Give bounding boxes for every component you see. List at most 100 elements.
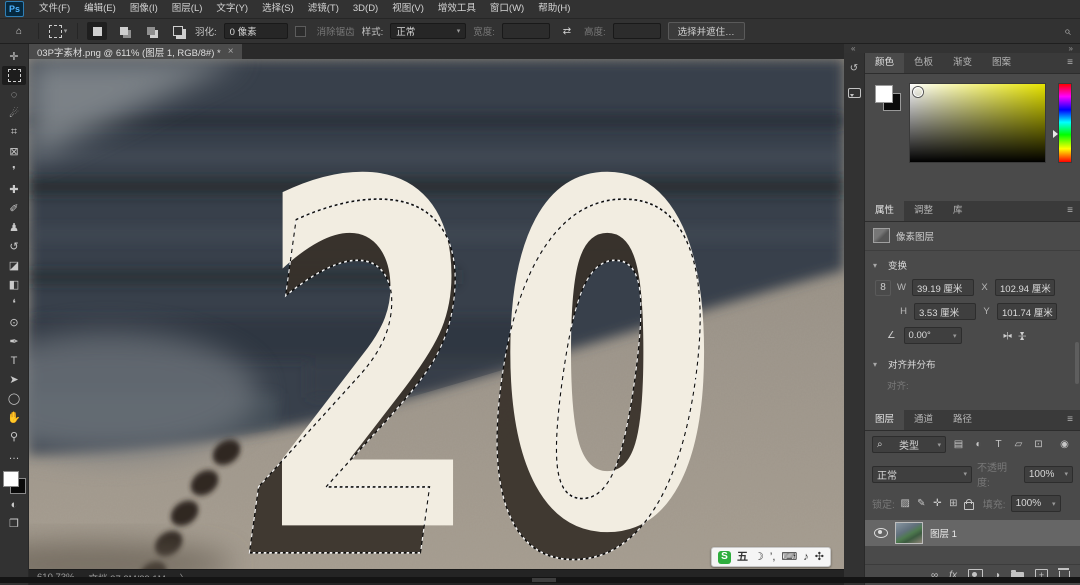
tab-swatches[interactable]: 色板 (904, 53, 943, 73)
document-tab[interactable]: 03P字素材.png @ 611% (图层 1, RGB/8#) * × (29, 44, 242, 59)
foreground-color-swatch[interactable] (3, 471, 19, 487)
collapse-dock-icon[interactable]: « (851, 44, 855, 53)
hue-slider-arrow[interactable] (1053, 130, 1062, 138)
home-icon[interactable]: ⌂ (9, 21, 29, 41)
menu-edit[interactable]: 编辑(E) (77, 0, 123, 18)
layer-name[interactable]: 图层 1 (930, 526, 957, 540)
blend-mode-dropdown[interactable]: 正常▾ (872, 466, 972, 483)
lock-transparency-icon[interactable]: ▨ (900, 498, 911, 509)
rotation-angle-field[interactable]: 0.00°▾ (904, 327, 962, 344)
lock-position-icon[interactable]: ✛ (932, 498, 943, 509)
flip-vertical-icon[interactable]: ▸|◂ (1018, 332, 1027, 339)
history-panel-icon[interactable]: ↺ (850, 63, 858, 74)
tab-paths[interactable]: 路径 (943, 410, 982, 430)
search-icon[interactable]: ⌕ (1064, 24, 1071, 39)
x-value-field[interactable]: 102.94 厘米 (995, 279, 1055, 296)
layer-thumbnail[interactable] (895, 522, 923, 544)
tab-adjustments[interactable]: 调整 (904, 201, 943, 221)
hue-slider[interactable] (1058, 83, 1072, 163)
layer-filter-dropdown[interactable]: ⌕ 类型▾ (872, 436, 946, 453)
rectangular-marquee-tool[interactable] (2, 66, 26, 85)
menu-filter[interactable]: 滤镜(T) (301, 0, 346, 18)
tab-properties[interactable]: 属性 (865, 201, 904, 221)
filter-toggle-pin-icon[interactable]: ◉ (1057, 439, 1072, 450)
screen-mode-button[interactable]: ❐ (2, 514, 26, 533)
expand-dock-icon[interactable]: » (1069, 44, 1073, 53)
layer-visibility-eye-icon[interactable] (874, 528, 888, 538)
ime-toolbox-icon[interactable]: ✣ (815, 552, 824, 563)
blur-tool[interactable]: ❛ (2, 294, 26, 313)
lasso-tool[interactable]: ◌ (2, 85, 26, 104)
filter-type-layers-icon[interactable]: T (991, 439, 1006, 450)
ellipse-tool[interactable]: ◯ (2, 389, 26, 408)
object-selection-tool[interactable]: ☄ (2, 104, 26, 123)
ime-moon-icon[interactable]: ☽ (754, 552, 764, 563)
filter-pixel-layers-icon[interactable]: ▤ (951, 439, 966, 450)
quick-mask-button[interactable]: ◐ (2, 495, 26, 514)
brush-tool[interactable]: ✐ (2, 199, 26, 218)
tab-libraries[interactable]: 库 (943, 201, 973, 221)
foreground-color[interactable] (875, 85, 893, 103)
new-selection-button[interactable] (87, 22, 107, 40)
path-selection-tool[interactable]: ➤ (2, 370, 26, 389)
panel-menu-icon[interactable]: ≡ (1060, 53, 1080, 73)
lock-artboard-icon[interactable]: ⊞ (948, 498, 959, 509)
tab-layers[interactable]: 图层 (865, 410, 904, 430)
chevron-down-icon[interactable]: ▾ (873, 261, 877, 270)
canvas[interactable]: 20 20 20 20 S 五 ☽ ’, ⌨ ♪ ✣ (29, 59, 844, 569)
panel-menu-icon[interactable]: ≡ (1060, 410, 1080, 430)
tab-gradients[interactable]: 渐变 (943, 53, 982, 73)
type-tool[interactable]: T (2, 351, 26, 370)
move-tool[interactable]: ✛ (2, 47, 26, 66)
pen-tool[interactable]: ✒ (2, 332, 26, 351)
crop-tool[interactable]: ⌗ (2, 123, 26, 142)
color-picker-ring[interactable] (913, 87, 923, 97)
lock-all-icon[interactable] (964, 502, 974, 510)
ime-logo[interactable]: S (718, 551, 731, 564)
ime-punctuation-icon[interactable]: ’, (770, 552, 776, 563)
menu-select[interactable]: 选择(S) (255, 0, 301, 18)
menu-image[interactable]: 图像(I) (123, 0, 165, 18)
menu-help[interactable]: 帮助(H) (531, 0, 577, 18)
menu-3d[interactable]: 3D(D) (346, 0, 385, 18)
width-value-field[interactable]: 39.19 厘米 (912, 279, 974, 296)
chevron-down-icon[interactable]: ▾ (873, 360, 877, 369)
gradient-tool[interactable]: ◧ (2, 275, 26, 294)
height-value-field[interactable]: 3.53 厘米 (914, 303, 976, 320)
color-swatches[interactable] (2, 469, 26, 495)
filter-shape-layers-icon[interactable]: ▱ (1011, 439, 1026, 450)
subtract-selection-button[interactable] (141, 22, 161, 40)
opacity-dropdown[interactable]: 100%▾ (1024, 466, 1073, 483)
frame-tool[interactable]: ⊠ (2, 142, 26, 161)
feather-input[interactable]: 0 像素 (224, 23, 288, 39)
ime-mode[interactable]: 五 (737, 552, 748, 563)
menu-window[interactable]: 窗口(W) (483, 0, 531, 18)
filter-smart-objects-icon[interactable]: ⊡ (1031, 439, 1046, 450)
filter-adjustment-layers-icon[interactable]: ◐ (971, 439, 986, 450)
tab-channels[interactable]: 通道 (904, 410, 943, 430)
saturation-brightness-field[interactable] (909, 83, 1046, 163)
width-input[interactable] (502, 23, 550, 39)
fill-dropdown[interactable]: 100%▾ (1011, 495, 1061, 512)
ime-voice-icon[interactable]: ♪ (803, 552, 809, 563)
link-dimensions-icon[interactable]: 8 (875, 280, 891, 296)
style-dropdown[interactable]: 正常▾ (390, 23, 466, 39)
menu-type[interactable]: 文字(Y) (209, 0, 255, 18)
zoom-tool[interactable]: ⚲ (2, 427, 26, 446)
swap-dimensions-icon[interactable]: ⇄ (557, 21, 577, 41)
lock-pixels-icon[interactable]: ✎ (916, 498, 927, 509)
panel-color-swatches[interactable] (873, 83, 901, 193)
menu-file[interactable]: 文件(F) (32, 0, 77, 18)
tab-color[interactable]: 颜色 (865, 53, 904, 73)
menu-layer[interactable]: 图层(L) (165, 0, 210, 18)
close-tab-icon[interactable]: × (228, 46, 234, 57)
clone-stamp-tool[interactable]: ♟ (2, 218, 26, 237)
flip-horizontal-icon[interactable]: ▸|◂ (1004, 331, 1011, 340)
menu-view[interactable]: 视图(V) (385, 0, 431, 18)
eraser-tool[interactable]: ◪ (2, 256, 26, 275)
intersect-selection-button[interactable] (168, 22, 188, 40)
menu-plugins[interactable]: 增效工具 (431, 0, 483, 18)
panel-scrollbar[interactable] (1075, 342, 1079, 384)
y-value-field[interactable]: 101.74 厘米 (997, 303, 1057, 320)
height-input[interactable] (613, 23, 661, 39)
